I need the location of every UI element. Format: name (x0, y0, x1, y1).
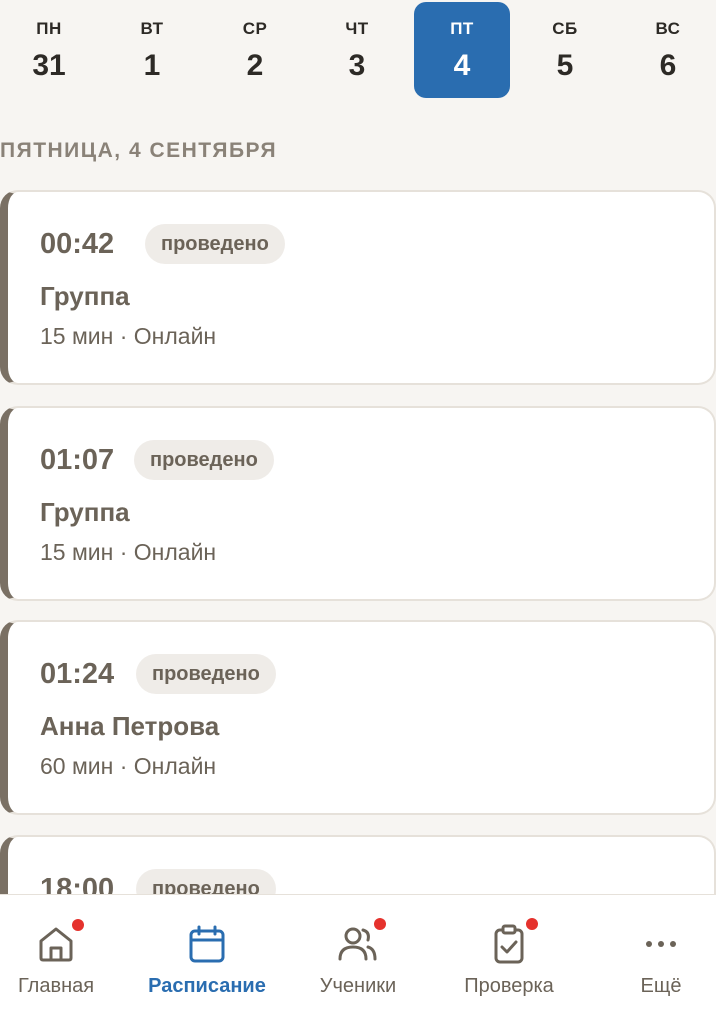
calendar-icon (189, 925, 225, 963)
nav-label: Главная (17, 975, 95, 997)
home-icon (39, 927, 73, 962)
lesson-time: 01:24 (40, 658, 115, 690)
lesson-time: 01:07 (40, 444, 115, 476)
nav-label: Ученики (319, 975, 397, 997)
day-name: ПН (36, 19, 62, 38)
lesson-card[interactable]: 00:42 проведено Группа 15 мин · Онлайн (0, 190, 716, 385)
day-number: 3 (348, 49, 366, 82)
day-name: ЧТ (345, 19, 369, 38)
day-name: ПТ (450, 19, 474, 38)
day-tue[interactable]: ВТ 1 (104, 2, 200, 98)
lesson-time: 00:42 (40, 228, 115, 260)
day-number: 2 (246, 49, 264, 82)
day-number: 6 (659, 49, 677, 82)
notification-dot (526, 918, 538, 930)
nav-review[interactable]: Проверка (446, 895, 572, 1032)
lesson-title: Группа (40, 281, 130, 311)
lesson-title: Анна Петрова (40, 711, 220, 741)
more-icon (646, 941, 676, 947)
lesson-meta: 15 мин · Онлайн (40, 539, 217, 565)
day-wed[interactable]: СР 2 (207, 2, 303, 98)
week-strip: ПН 31 ВТ 1 СР 2 ЧТ 3 ПТ 4 СБ 5 ВС 6 (0, 0, 716, 110)
nav-schedule[interactable]: Расписание (134, 895, 280, 1032)
nav-label: Расписание (148, 975, 266, 997)
day-sun[interactable]: ВС 6 (620, 2, 716, 98)
day-number: 5 (556, 49, 574, 82)
nav-label: Ещё (640, 975, 682, 997)
nav-students[interactable]: Ученики (298, 895, 418, 1032)
nav-label: Проверка (464, 975, 554, 997)
day-fri-selected[interactable]: ПТ 4 (414, 2, 510, 98)
schedule-screen: ПН 31 ВТ 1 СР 2 ЧТ 3 ПТ 4 СБ 5 ВС 6 ПЯТН… (0, 0, 716, 1032)
day-name: СР (242, 19, 268, 38)
day-name: ВС (655, 19, 681, 38)
day-sat[interactable]: СБ 5 (517, 2, 613, 98)
day-number: 4 (453, 49, 471, 82)
status-badge: проведено (136, 654, 276, 694)
day-name: ВТ (140, 19, 164, 38)
bottom-nav: Главная Расписание Ученики Проверка Ещё (0, 894, 716, 1032)
lesson-card[interactable]: 01:24 проведено Анна Петрова 60 мин · Он… (0, 620, 716, 815)
status-badge: проведено (134, 440, 274, 480)
lesson-card[interactable]: 01:07 проведено Группа 15 мин · Онлайн (0, 406, 716, 601)
day-thu[interactable]: ЧТ 3 (309, 2, 405, 98)
status-badge: проведено (145, 224, 285, 264)
notification-dot (72, 919, 84, 931)
day-mon[interactable]: ПН 31 (1, 2, 97, 98)
day-number: 31 (32, 49, 66, 82)
users-icon (338, 927, 377, 961)
day-name: СБ (552, 19, 578, 38)
lesson-title: Группа (40, 497, 130, 527)
nav-home[interactable]: Главная (0, 895, 112, 1032)
day-number: 1 (143, 49, 161, 82)
lesson-meta: 15 мин · Онлайн (40, 323, 217, 349)
clipboard-check-icon (494, 924, 524, 964)
date-heading: ПЯТНИЦА, 4 СЕНТЯБРЯ (0, 139, 278, 162)
notification-dot (374, 918, 386, 930)
nav-more[interactable]: Ещё (616, 895, 706, 1032)
lesson-meta: 60 мин · Онлайн (40, 753, 217, 779)
